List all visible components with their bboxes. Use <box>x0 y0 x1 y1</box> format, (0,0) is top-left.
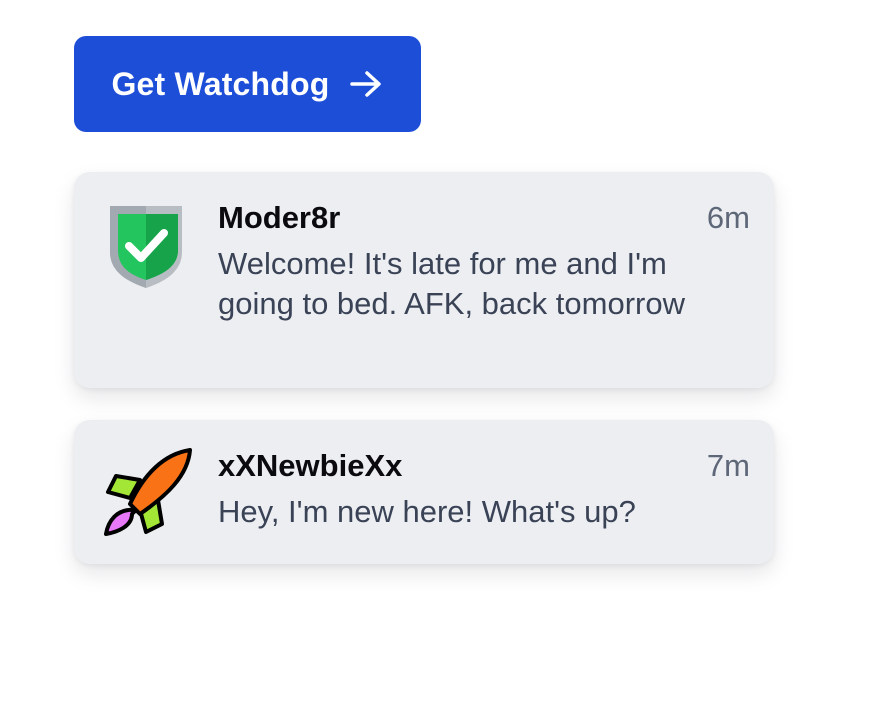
notification-card[interactable]: Moder8r 6m Welcome! It's late for me and… <box>74 172 774 388</box>
get-watchdog-label: Get Watchdog <box>111 65 330 102</box>
rocket-icon <box>104 448 192 536</box>
get-watchdog-button[interactable]: Get Watchdog <box>74 36 421 132</box>
notification-card[interactable]: xXNewbieXx 7m Hey, I'm new here! What's … <box>74 420 774 564</box>
message-text: Welcome! It's late for me and I'm going … <box>218 246 685 321</box>
sender-name: Moder8r <box>218 200 341 235</box>
timestamp: 6m <box>706 200 750 235</box>
timestamp: 7m <box>706 448 750 483</box>
arrow-right-icon <box>349 71 381 97</box>
message-text: Hey, I'm new here! What's up? <box>218 494 636 529</box>
shield-check-icon <box>110 206 182 288</box>
sender-name: xXNewbieXx <box>218 448 403 483</box>
